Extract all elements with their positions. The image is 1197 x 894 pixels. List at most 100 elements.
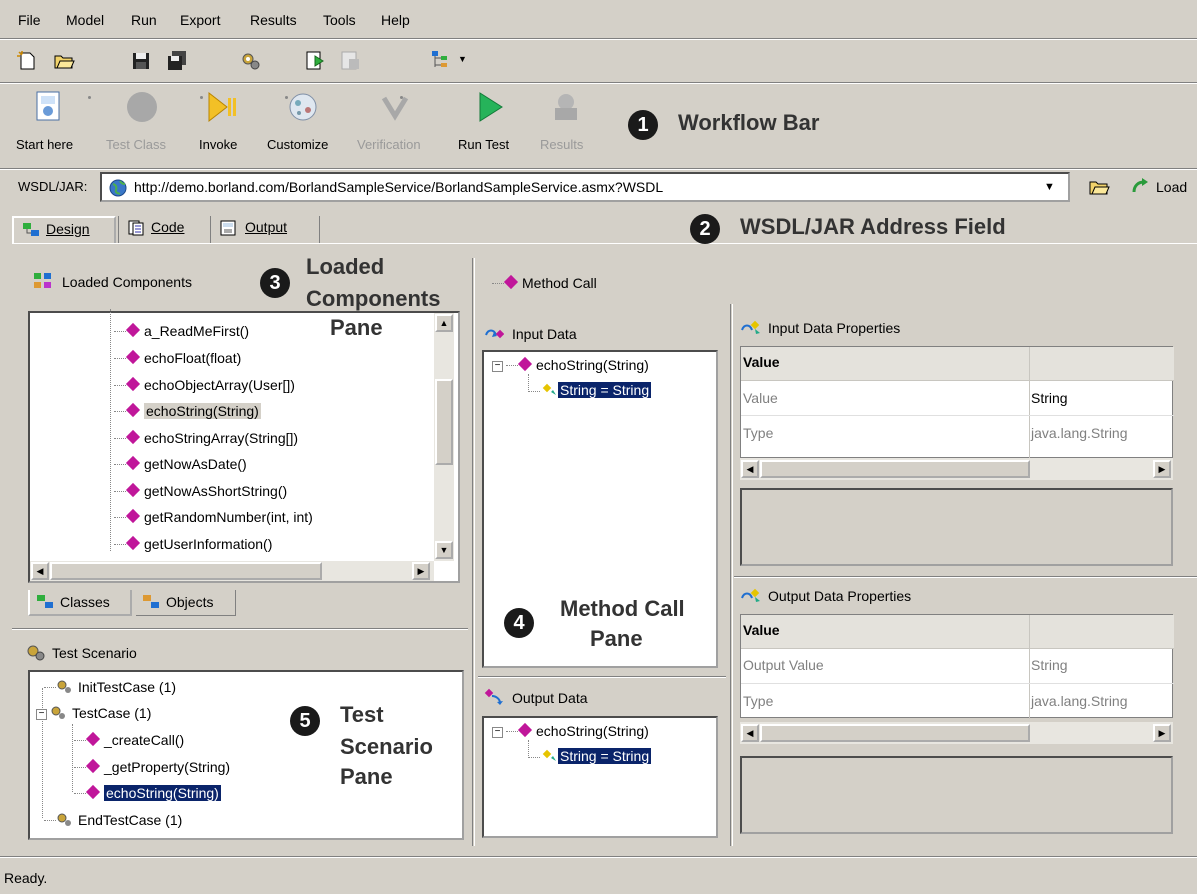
start-here-icon[interactable]	[34, 90, 64, 124]
list-item[interactable]: getUserInformation()	[114, 535, 272, 552]
list-item[interactable]: TestCase (1)	[50, 705, 151, 721]
list-item[interactable]: a_ReadMeFirst()	[114, 322, 249, 339]
save-all-icon[interactable]	[166, 50, 188, 72]
scroll-thumb[interactable]	[50, 562, 322, 580]
method-node[interactable]: echoString(String)	[506, 356, 649, 373]
menu-results[interactable]: Results	[250, 12, 297, 28]
prop-value: java.lang.String	[1031, 425, 1128, 441]
list-item[interactable]: _createCall()	[74, 731, 184, 748]
scroll-left-icon[interactable]: ◀	[741, 724, 759, 742]
test-class-icon	[127, 92, 157, 122]
scroll-right-icon[interactable]: ▶	[1153, 724, 1171, 742]
callout-2-badge: 2	[690, 214, 720, 244]
save-icon[interactable]	[130, 50, 152, 72]
run-test-button[interactable]: Run Test	[458, 137, 509, 152]
gears-icon	[51, 706, 65, 719]
list-item[interactable]: echoFloat(float)	[114, 349, 241, 366]
param-node[interactable]: String = String	[542, 748, 652, 764]
dropdown-arrow-icon[interactable]: ▼	[458, 54, 467, 64]
scroll-up-icon[interactable]: ▲	[435, 314, 453, 332]
menu-file[interactable]: File	[18, 12, 41, 28]
input-properties-table[interactable]: Value Value String Type java.lang.String	[740, 346, 1174, 459]
method-node[interactable]: echoString(String)	[506, 722, 649, 739]
output-data-tree[interactable]: − echoString(String) String = String	[482, 716, 718, 838]
tab-objects[interactable]: Objects	[136, 590, 236, 616]
hierarchy-icon[interactable]	[430, 50, 452, 72]
tab-design[interactable]: Design	[12, 216, 116, 244]
menu-export[interactable]: Export	[180, 12, 220, 28]
scroll-thumb[interactable]	[435, 379, 453, 465]
globe-icon	[109, 179, 127, 197]
divider	[12, 628, 468, 630]
list-item[interactable]: getNowAsShortString()	[114, 482, 287, 499]
horizontal-scrollbar[interactable]: ◀ ▶	[740, 722, 1173, 744]
menu-model[interactable]: Model	[66, 12, 104, 28]
splitter[interactable]	[730, 304, 733, 846]
wsdl-address-input[interactable]: http://demo.borland.com/BorlandSampleSer…	[100, 172, 1070, 202]
list-item[interactable]: _getProperty(String)	[74, 758, 230, 775]
list-item[interactable]: echoObjectArray(User[])	[114, 376, 295, 393]
horizontal-scrollbar[interactable]: ◀ ▶	[30, 561, 434, 581]
reload-arrow-icon[interactable]	[1130, 176, 1150, 196]
loaded-components-tree[interactable]: a_ReadMeFirst() echoFloat(float) echoObj…	[28, 309, 460, 583]
column-header: Value	[743, 622, 780, 638]
list-item[interactable]: getNowAsDate()	[114, 455, 247, 472]
loaded-components-title: Loaded Components	[62, 274, 192, 290]
invoke-button[interactable]: Invoke	[199, 137, 237, 152]
classes-icon	[37, 595, 53, 608]
menu-help[interactable]: Help	[381, 12, 410, 28]
run-test-icon[interactable]	[474, 90, 508, 124]
tab-output[interactable]: Output	[210, 216, 320, 244]
collapse-icon[interactable]: −	[492, 727, 503, 738]
gears-icon	[57, 680, 71, 693]
load-button[interactable]: Load	[1156, 179, 1187, 195]
tree-line	[528, 740, 540, 758]
list-item-selected[interactable]: echoString(String)	[74, 784, 221, 801]
test-scenario-tree[interactable]: InitTestCase (1) − TestCase (1) _createC…	[28, 670, 464, 840]
collapse-icon[interactable]: −	[492, 361, 503, 372]
scroll-right-icon[interactable]: ▶	[1153, 460, 1171, 478]
menu-run[interactable]: Run	[131, 12, 157, 28]
verification-icon	[381, 96, 409, 121]
callout-3-badge: 3	[260, 268, 290, 298]
param-node[interactable]: String = String	[542, 382, 652, 398]
output-properties-table[interactable]: Value Output Value String Type java.lang…	[740, 614, 1174, 719]
scroll-down-icon[interactable]: ▼	[435, 541, 453, 559]
splitter[interactable]	[472, 258, 475, 846]
tab-code[interactable]: Code	[118, 216, 208, 244]
new-file-icon[interactable]	[16, 50, 38, 72]
scroll-thumb[interactable]	[760, 460, 1030, 478]
list-item[interactable]: InitTestCase (1)	[44, 679, 176, 695]
start-here-button[interactable]: Start here	[16, 137, 73, 152]
scroll-left-icon[interactable]: ◀	[741, 460, 759, 478]
run-script-icon[interactable]	[305, 50, 327, 72]
collapse-icon[interactable]: −	[36, 709, 47, 720]
gears-icon	[57, 813, 71, 826]
callout-3-line2: Components	[306, 286, 441, 311]
list-item[interactable]: echoStringArray(String[])	[114, 429, 298, 446]
customize-icon[interactable]	[286, 90, 320, 124]
scroll-right-icon[interactable]: ▶	[412, 562, 430, 580]
callout-1-badge: 1	[628, 110, 658, 140]
scroll-thumb[interactable]	[760, 724, 1030, 742]
callout-5-line2: Scenario	[340, 734, 433, 759]
gears-icon[interactable]	[240, 50, 262, 72]
open-folder-icon[interactable]	[53, 50, 75, 72]
scroll-left-icon[interactable]: ◀	[31, 562, 49, 580]
vertical-scrollbar[interactable]: ▲ ▼	[434, 313, 454, 561]
chevron-down-icon[interactable]: ▼	[1044, 181, 1055, 193]
input-data-tree[interactable]: − echoString(String) String = String 4 M…	[482, 350, 718, 668]
list-item-selected[interactable]: echoString(String)	[114, 402, 261, 419]
menu-tools[interactable]: Tools	[323, 12, 356, 28]
column-divider	[1029, 615, 1030, 719]
prop-value[interactable]: String	[1031, 390, 1068, 406]
horizontal-scrollbar[interactable]: ◀ ▶	[740, 458, 1173, 480]
list-item[interactable]: EndTestCase (1)	[44, 812, 182, 828]
tab-classes[interactable]: Classes	[28, 590, 132, 616]
tab-code-label: Code	[151, 219, 185, 235]
output-icon	[220, 220, 236, 236]
invoke-icon[interactable]	[206, 90, 240, 124]
list-item[interactable]: getRandomNumber(int, int)	[114, 508, 313, 525]
open-folder-icon[interactable]	[1088, 176, 1110, 198]
customize-button[interactable]: Customize	[267, 137, 328, 152]
